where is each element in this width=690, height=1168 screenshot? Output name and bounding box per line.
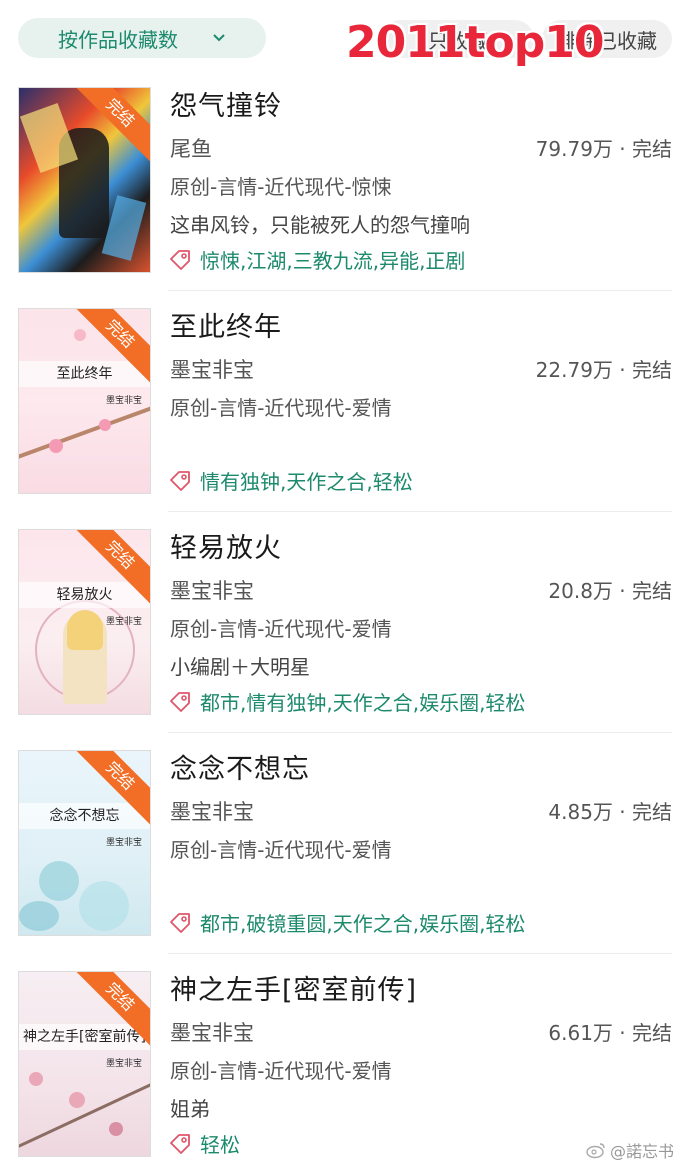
book-stats: 20.8万 · 完结 — [548, 579, 672, 603]
book-title[interactable]: 神之左手[密室前传] — [170, 968, 417, 1007]
book-tags-text: 情有独钟,天作之合,轻松 — [200, 470, 413, 494]
tag-icon — [170, 691, 190, 712]
book-genre: 原创-言情-近代现代-爱情 — [170, 396, 392, 420]
book-author[interactable]: 墨宝非宝 — [170, 1017, 254, 1047]
book-description: 小编剧＋大明星 — [170, 655, 310, 679]
cover-flower — [99, 419, 111, 431]
book-tags: 惊悚,江湖,三教九流,异能,正剧 — [168, 245, 465, 274]
sort-dropdown-label: 按作品收藏数 — [58, 27, 178, 52]
book-tags: 情有独钟,天作之合,轻松 — [168, 466, 413, 495]
tag-icon — [170, 470, 190, 491]
book-item[interactable]: 至此终年 墨宝非宝 完结 至此终年 墨宝非宝 22.79万 · 完结 原创-言情… — [0, 291, 690, 512]
overlay-title: 2011top10 — [346, 17, 604, 68]
cover-flag — [19, 102, 79, 174]
tag-icon — [170, 912, 190, 933]
book-title[interactable]: 怨气撞铃 — [170, 84, 282, 123]
book-description: 这串风铃，只能被死人的怨气撞响 — [170, 213, 470, 237]
book-item[interactable]: 念念不想忘 墨宝非宝 完结 念念不想忘 墨宝非宝 4.85万 · 完结 原创-言… — [0, 733, 690, 954]
cover-author: 墨宝非宝 — [105, 396, 142, 406]
book-author[interactable]: 墨宝非宝 — [170, 796, 254, 826]
tag-icon — [170, 1133, 190, 1154]
book-title[interactable]: 念念不想忘 — [170, 747, 310, 786]
book-genre: 原创-言情-近代现代-惊悚 — [170, 175, 392, 199]
book-tags: 都市,情有独钟,天作之合,娱乐圈,轻松 — [168, 687, 525, 716]
cover-branch — [19, 401, 150, 461]
weibo-icon — [586, 1143, 605, 1159]
cover-flower — [49, 439, 63, 453]
book-title[interactable]: 至此终年 — [170, 305, 282, 344]
book-item[interactable]: 轻易放火 墨宝非宝 完结 轻易放火 墨宝非宝 20.8万 · 完结 原创-言情-… — [0, 512, 690, 733]
book-item[interactable]: 神之左手[密室前传] 墨宝非宝 完结 神之左手[密室前传] 墨宝非宝 6.61万… — [0, 954, 690, 1168]
tag-icon — [170, 249, 190, 270]
book-genre: 原创-言情-近代现代-爱情 — [170, 838, 392, 862]
book-title[interactable]: 轻易放火 — [170, 526, 282, 565]
book-author[interactable]: 尾鱼 — [170, 133, 212, 163]
cover-title: 神之左手[密室前传] — [19, 1024, 150, 1050]
book-author[interactable]: 墨宝非宝 — [170, 575, 254, 605]
cover-title: 至此终年 — [19, 361, 150, 387]
book-cover[interactable]: 轻易放火 墨宝非宝 完结 — [18, 529, 151, 715]
book-description: 姐弟 — [170, 1097, 210, 1121]
cover-branch — [19, 1078, 150, 1149]
book-tags: 轻松 — [168, 1129, 240, 1158]
book-stats: 6.61万 · 完结 — [548, 1021, 672, 1045]
book-stats: 22.79万 · 完结 — [535, 358, 672, 382]
cover-flower — [19, 901, 59, 931]
book-genre: 原创-言情-近代现代-爱情 — [170, 617, 392, 641]
cover-author: 墨宝非宝 — [105, 838, 142, 848]
cover-author: 墨宝非宝 — [105, 617, 142, 627]
book-author[interactable]: 墨宝非宝 — [170, 354, 254, 384]
cover-title: 轻易放火 — [19, 582, 150, 608]
sort-dropdown[interactable]: 按作品收藏数 — [18, 18, 266, 58]
cover-title: 念念不想忘 — [19, 803, 150, 829]
book-list: 完结 怨气撞铃 尾鱼 79.79万 · 完结 原创-言情-近代现代-惊悚 这串风… — [0, 70, 690, 1168]
book-tags-text: 都市,情有独钟,天作之合,娱乐圈,轻松 — [200, 691, 526, 715]
cover-author: 墨宝非宝 — [105, 1059, 142, 1069]
cover-flower — [109, 1122, 123, 1136]
cover-flower — [69, 1092, 85, 1108]
cover-flower — [74, 329, 86, 341]
book-genre: 原创-言情-近代现代-爱情 — [170, 1059, 392, 1083]
book-cover[interactable]: 至此终年 墨宝非宝 完结 — [18, 308, 151, 494]
cover-flower — [29, 1072, 43, 1086]
book-tags-text: 轻松 — [200, 1133, 240, 1157]
book-item[interactable]: 完结 怨气撞铃 尾鱼 79.79万 · 完结 原创-言情-近代现代-惊悚 这串风… — [0, 70, 690, 291]
watermark: @諾忘书 — [586, 1138, 674, 1162]
cover-figure-hair — [67, 610, 103, 650]
book-cover[interactable]: 完结 — [18, 87, 151, 273]
book-cover[interactable]: 念念不想忘 墨宝非宝 完结 — [18, 750, 151, 936]
book-cover[interactable]: 神之左手[密室前传] 墨宝非宝 完结 — [18, 971, 151, 1157]
book-tags-text: 惊悚,江湖,三教九流,异能,正剧 — [200, 249, 466, 273]
book-tags: 都市,破镜重圆,天作之合,娱乐圈,轻松 — [168, 908, 525, 937]
cover-flower — [79, 881, 129, 931]
book-stats: 4.85万 · 完结 — [548, 800, 672, 824]
book-stats: 79.79万 · 完结 — [535, 137, 672, 161]
book-tags-text: 都市,破镜重圆,天作之合,娱乐圈,轻松 — [200, 912, 526, 936]
watermark-text: @諾忘书 — [609, 1142, 674, 1161]
filter-bar: 按作品收藏数 只收藏 排除已收藏 2011top10 — [0, 0, 690, 70]
cover-flower — [39, 861, 79, 901]
chevron-down-icon — [213, 34, 225, 42]
